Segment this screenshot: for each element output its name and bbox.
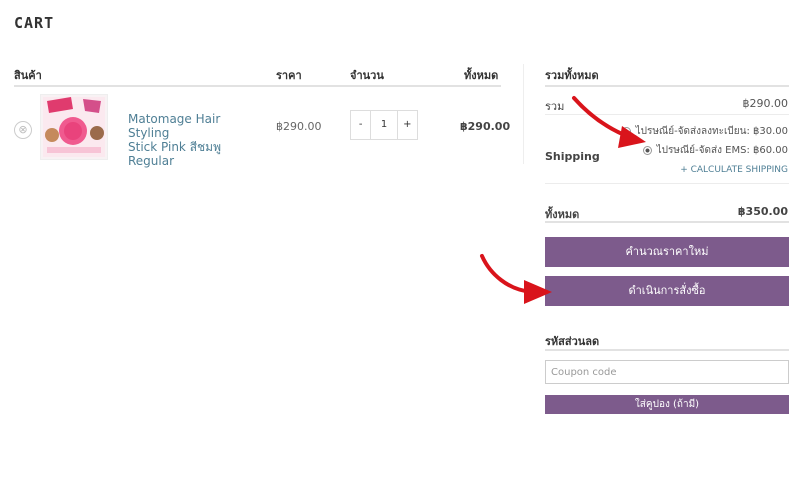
- product-thumbnail[interactable]: [40, 94, 108, 160]
- column-header-total: ทั้งหมด: [464, 69, 499, 82]
- subtotal-label: รวม: [545, 100, 565, 113]
- recalculate-button[interactable]: คำนวณราคาใหม่: [545, 237, 789, 267]
- remove-item-icon[interactable]: ⊗: [14, 121, 32, 139]
- quantity-decrease-button[interactable]: -: [351, 111, 370, 139]
- item-price: ฿290.00: [276, 120, 322, 133]
- product-name-link[interactable]: Matomage Hair Styling Stick Pink สีชมพู …: [128, 112, 263, 168]
- calculate-shipping-link[interactable]: + CALCULATE SHIPPING: [680, 165, 788, 175]
- shipping-option-registered-label: ไปรษณีย์-จัดส่งลงทะเบียน: ฿30.00: [635, 126, 788, 137]
- shipping-divider: [545, 183, 789, 184]
- order-total-value: ฿350.00: [737, 205, 788, 218]
- column-divider: [523, 64, 524, 164]
- annotation-arrow-checkout: [480, 254, 552, 304]
- page-title: CART: [14, 14, 55, 32]
- product-name-line-1: Matomage Hair Styling: [128, 112, 221, 140]
- product-name-line-2: Stick Pink สีชมพู Regular: [128, 140, 221, 168]
- shipping-option-ems-label: ไปรษณีย์-จัดส่ง EMS: ฿60.00: [656, 145, 788, 156]
- shipping-option-ems[interactable]: ไปรษณีย์-จัดส่ง EMS: ฿60.00: [642, 143, 788, 158]
- cart-totals-heading: รวมทั้งหมด: [545, 69, 599, 82]
- order-total-divider: [545, 221, 789, 223]
- table-header-divider: [14, 85, 501, 87]
- subtotal-value: ฿290.00: [742, 97, 789, 110]
- column-header-price: ราคา: [276, 69, 302, 82]
- quantity-input[interactable]: 1: [370, 111, 398, 139]
- column-header-quantity: จำนวน: [350, 69, 384, 82]
- quantity-increase-button[interactable]: +: [398, 111, 417, 139]
- cart-totals-divider: [545, 85, 789, 87]
- annotation-arrow-shipping: [572, 96, 646, 148]
- column-header-product: สินค้า: [14, 69, 42, 82]
- apply-coupon-button[interactable]: ใส่คูปอง (ถ้ามี): [545, 395, 789, 414]
- coupon-heading: รหัสส่วนลด: [545, 335, 600, 348]
- coupon-divider: [545, 349, 789, 351]
- line-total: ฿290.00: [460, 120, 511, 133]
- product-image: [43, 97, 105, 157]
- proceed-to-checkout-button[interactable]: ดำเนินการสั่งซื้อ: [545, 276, 789, 306]
- coupon-code-input[interactable]: [545, 360, 789, 384]
- quantity-stepper: - 1 +: [350, 110, 418, 140]
